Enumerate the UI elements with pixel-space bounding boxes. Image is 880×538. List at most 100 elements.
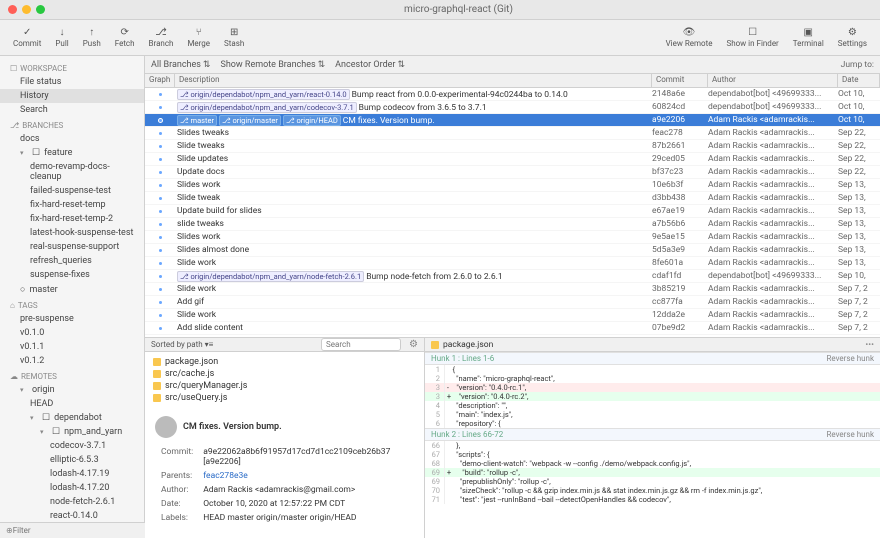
branch-real-suspense-support[interactable]: real-suspense-support [0,240,144,254]
commit-button[interactable]: ✓Commit [6,27,48,48]
reverse-hunk[interactable]: Reverse hunk [826,354,874,363]
branch-master[interactable]: ○ master [0,282,144,297]
remote-branch-react-0.14.0[interactable]: react-0.14.0 [0,509,144,523]
view-remote-button[interactable]: 👁View Remote [659,27,720,48]
branch-fix-hard-reset-temp-2[interactable]: fix-hard-reset-temp-2 [0,212,144,226]
commit-row[interactable]: ⎇ master⎇ origin/master⎇ origin/HEADCM f… [145,114,880,127]
remote-branch-codecov-3.7.1[interactable]: codecov-3.7.1 [0,439,144,453]
sidebar-item-history[interactable]: History [0,89,144,103]
col-graph[interactable]: Graph [145,74,175,87]
code-line: 4 "description": "", [425,401,880,410]
commit-row[interactable]: Slide work12dda2eAdam Rackis <adamrackis… [145,309,880,322]
branch-fix-hard-reset-temp[interactable]: fix-hard-reset-temp [0,198,144,212]
commit-row[interactable]: Slides work10e6b3fAdam Rackis <adamracki… [145,179,880,192]
maximize-icon[interactable] [36,5,45,14]
commit-row[interactable]: Slides work9e5ae15Adam Rackis <adamracki… [145,231,880,244]
commit-row[interactable]: ⎇ origin/dependabot/npm_and_yarn/codecov… [145,101,880,114]
branch-latest-hook-suspense-test[interactable]: latest-hook-suspense-test [0,226,144,240]
col-commit[interactable]: Commit [652,74,708,87]
file-icon [153,358,161,366]
pull-button[interactable]: ↓Pull [48,27,75,48]
col-date[interactable]: Date [838,74,880,87]
remote-branch-node-fetch-2.6.1[interactable]: node-fetch-2.6.1 [0,495,144,509]
tag-pre-suspense[interactable]: pre-suspense [0,312,144,326]
commit-icon: ✓ [23,27,31,38]
sidebar-item-file-status[interactable]: File status [0,75,144,89]
remote-head[interactable]: HEAD [0,397,144,411]
gear-icon[interactable]: ⚙ [409,339,418,350]
code-line: 6 "repository": { [425,419,880,428]
detail-parents[interactable]: feac278e3e [199,470,412,482]
terminal-button[interactable]: ▣Terminal [786,27,831,48]
merge-button[interactable]: ⑂Merge [180,27,217,48]
commit-row[interactable]: Slide work8fe601aAdam Rackis <adamrackis… [145,257,880,270]
filter-order[interactable]: Ancestor Order ⇅ [335,60,405,70]
fetch-button[interactable]: ⟳Fetch [108,27,142,48]
finder-icon: ☐ [748,27,757,38]
commit-row[interactable]: slide tweaksa7b56b6Adam Rackis <adamrack… [145,218,880,231]
push-button[interactable]: ↑Push [76,27,108,48]
sort-by[interactable]: Sorted by path ▾ [151,340,209,349]
diff-file: package.json [443,340,493,350]
settings-button[interactable]: ⚙Settings [831,27,874,48]
tag-v0.1.0[interactable]: v0.1.0 [0,326,144,340]
fetch-icon: ⟳ [120,27,128,38]
branch-docs[interactable]: docs [0,132,144,146]
branch-suspense-fixes[interactable]: suspense-fixes [0,268,144,282]
commit-row[interactable]: Slides almost done5d5a3e9Adam Rackis <ad… [145,244,880,257]
commit-row[interactable]: ⎇ origin/dependabot/npm_and_yarn/node-fe… [145,270,880,283]
code-line: 70 "sizeCheck": "rollup -c && gzip index… [425,486,880,495]
file-row[interactable]: src/useQuery.js [145,392,424,404]
branch-button[interactable]: ⎇Branch [142,27,181,48]
col-desc[interactable]: Description [175,74,652,87]
show-in-finder-button[interactable]: ☐Show in Finder [719,27,785,48]
sidebar-filter[interactable] [13,526,113,535]
file-row[interactable]: src/cache.js [145,368,424,380]
reverse-hunk[interactable]: Reverse hunk [826,430,874,439]
workspace-header: ☐ WORKSPACE [0,60,144,75]
sidebar-item-search[interactable]: Search [0,103,144,117]
close-icon[interactable] [8,5,17,14]
minimize-icon[interactable] [22,5,31,14]
detail-date: October 10, 2020 at 12:57:22 PM CDT [199,498,412,510]
commits-list: ⎇ origin/dependabot/npm_and_yarn/react-0… [145,88,880,338]
code-line: 66 }, [425,441,880,450]
commit-row[interactable]: Slide tweakd3bb438Adam Rackis <adamracki… [145,192,880,205]
remote-origin[interactable]: ▾origin [0,383,144,397]
remote-branch-elliptic-6.5.3[interactable]: elliptic-6.5.3 [0,453,144,467]
push-icon: ↑ [89,27,94,38]
detail-author: Adam Rackis <adamrackis@gmail.com> [199,484,412,496]
file-search[interactable] [321,338,401,351]
commit-row[interactable]: Update docsbf37c23Adam Rackis <adamracki… [145,166,880,179]
settings-icon: ⚙ [848,27,857,38]
remote-branch-lodash-4.17.20[interactable]: lodash-4.17.20 [0,481,144,495]
file-row[interactable]: src/queryManager.js [145,380,424,392]
remote-dependabot[interactable]: ▾☐ dependabot [0,411,144,425]
stash-button[interactable]: ⊞Stash [217,27,251,48]
remote-branch-lodash-4.17.19[interactable]: lodash-4.17.19 [0,467,144,481]
commit-row[interactable]: ⎇ origin/dependabot/npm_and_yarn/react-0… [145,88,880,101]
tag-v0.1.1[interactable]: v0.1.1 [0,340,144,354]
commit-row[interactable]: Add slide content07be9d2Adam Rackis <ada… [145,322,880,335]
branch-icon: ⎇ [155,27,167,38]
tag-v0.1.2[interactable]: v0.1.2 [0,354,144,368]
commit-row[interactable]: Slide tweaks87b2661Adam Rackis <adamrack… [145,140,880,153]
col-author[interactable]: Author [708,74,838,87]
remote-npm-yarn[interactable]: ▾☐ npm_and_yarn [0,425,144,439]
commit-row[interactable]: Slide updates29ced05Adam Rackis <adamrac… [145,153,880,166]
commit-row[interactable]: Slides tweaksfeac278Adam Rackis <adamrac… [145,127,880,140]
commit-row[interactable]: Slide work3b85219Adam Rackis <adamrackis… [145,283,880,296]
jump-to: Jump to: [841,60,874,70]
filter-branches[interactable]: All Branches ⇅ [151,60,210,70]
terminal-icon: ▣ [804,27,813,38]
filter-remote[interactable]: Show Remote Branches ⇅ [220,60,325,70]
branch-failed-suspense-test[interactable]: failed-suspense-test [0,184,144,198]
commit-row[interactable]: Add gifcc877faAdam Rackis <adamrackis...… [145,296,880,309]
branch-demo-revamp-docs-cleanup[interactable]: demo-revamp-docs-cleanup [0,160,144,184]
branch-refresh_queries[interactable]: refresh_queries [0,254,144,268]
branch-feature[interactable]: ▾☐ feature [0,146,144,160]
file-row[interactable]: package.json [145,356,424,368]
more-icon[interactable]: ••• [865,340,874,350]
code-line: 3 - "version": "0.4.0-rc.1", [425,383,880,392]
commit-row[interactable]: Update build for slidese67ae19Adam Racki… [145,205,880,218]
